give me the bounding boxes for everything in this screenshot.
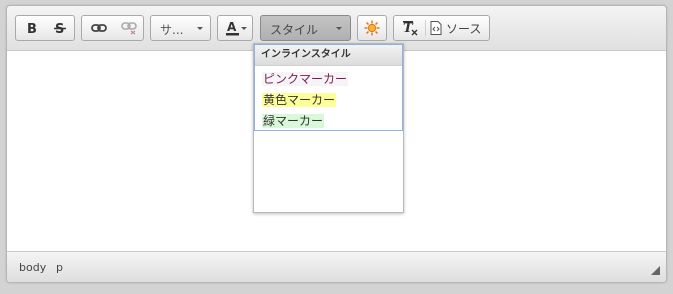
toolbar-separator: [425, 20, 426, 36]
unlink-icon: [121, 22, 137, 35]
styles-dropdown-list: インラインスタイル ピンクマーカー 黄色マーカー 緑マーカー: [254, 44, 403, 131]
links-group: [81, 15, 144, 41]
svg-text:A: A: [227, 20, 237, 34]
remove-format-icon: T: [403, 21, 418, 36]
source-icon: [430, 21, 442, 35]
sun-icon: [364, 20, 380, 36]
font-combo-label: サ...: [160, 23, 184, 37]
bold-button[interactable]: B: [18, 16, 46, 40]
style-item-green-marker[interactable]: 緑マーカー: [262, 114, 325, 128]
chevron-down-icon: [197, 27, 203, 30]
tools-group: T ソース: [393, 15, 490, 41]
text-color-icon: A: [226, 20, 239, 36]
style-item-yellow-marker[interactable]: 黄色マーカー: [262, 93, 337, 107]
link-icon: [91, 24, 107, 32]
status-bar: body p: [7, 251, 666, 282]
remove-format-button[interactable]: T: [396, 16, 424, 40]
source-label: ソース: [446, 21, 482, 36]
link-button[interactable]: [85, 16, 113, 40]
styles-group-header: インラインスタイル: [255, 45, 402, 66]
font-combo[interactable]: サ...: [150, 15, 211, 41]
styles-combo-label: スタイル: [270, 23, 319, 37]
chevron-down-icon: [241, 27, 247, 30]
text-color-button[interactable]: A: [217, 15, 253, 41]
resize-handle[interactable]: [651, 266, 660, 275]
strikethrough-icon: S: [54, 22, 66, 35]
styles-combo[interactable]: スタイル: [260, 15, 351, 41]
chevron-down-icon: [336, 27, 342, 30]
style-item-pink-marker[interactable]: ピンクマーカー: [262, 72, 349, 86]
unlink-button[interactable]: [115, 16, 143, 40]
element-path-body[interactable]: body: [19, 261, 46, 274]
strikethrough-button[interactable]: S: [46, 16, 74, 40]
special-plugin-button[interactable]: [357, 15, 387, 41]
bold-icon: B: [27, 22, 37, 35]
svg-text:B: B: [27, 22, 37, 35]
basic-styles-group: B S: [15, 15, 75, 41]
styles-dropdown-panel: インラインスタイル ピンクマーカー 黄色マーカー 緑マーカー: [253, 43, 404, 213]
element-path-p[interactable]: p: [56, 261, 63, 274]
source-button[interactable]: ソース: [430, 16, 488, 40]
